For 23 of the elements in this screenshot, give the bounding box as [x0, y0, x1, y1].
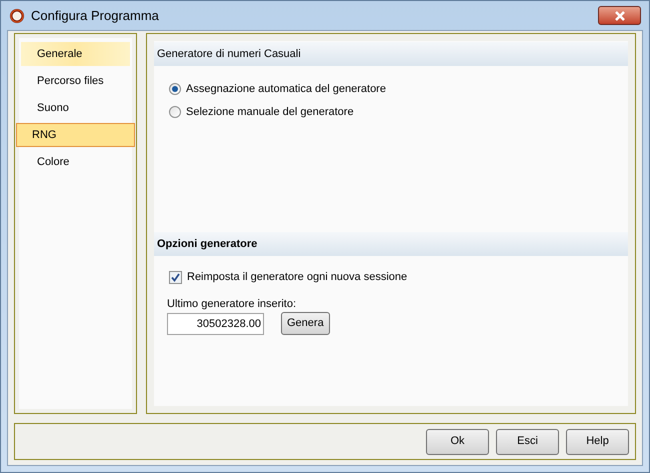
close-icon — [614, 10, 626, 20]
dialog-button[interactable]: Esci — [496, 428, 559, 454]
sidebar-item[interactable]: Generale — [21, 42, 130, 66]
sidebar-item[interactable]: RNG — [16, 123, 135, 147]
sidebar-item[interactable]: Colore — [21, 150, 130, 174]
field-label: Ultimo generatore inserito: — [167, 296, 298, 312]
section-header: Opzioni generatore — [154, 232, 628, 256]
app-logo-icon — [9, 8, 25, 24]
radio-label[interactable]: Selezione manuale del generatore — [186, 104, 354, 120]
sidebar-item[interactable]: Suono — [21, 96, 130, 120]
sidebar-item[interactable]: Percorso files — [21, 69, 130, 93]
radio-button[interactable] — [169, 106, 181, 118]
generate-button[interactable]: Genera — [281, 312, 330, 335]
checkbox-label[interactable]: Reimposta il generatore ogni nuova sessione — [187, 269, 408, 286]
window-title: Configura Programma — [31, 6, 159, 25]
dialog-button[interactable]: Ok — [426, 428, 489, 454]
radio-button[interactable] — [169, 83, 181, 96]
checkbox[interactable] — [169, 270, 182, 284]
close-button[interactable] — [598, 6, 641, 25]
seed-input-field[interactable]: 30502328.00 — [167, 312, 264, 334]
section-header: Generatore di numeri Casuali — [154, 42, 628, 66]
dialog-button[interactable]: Help — [566, 428, 629, 454]
radio-label[interactable]: Assegnazione automatica del generatore — [186, 81, 386, 98]
